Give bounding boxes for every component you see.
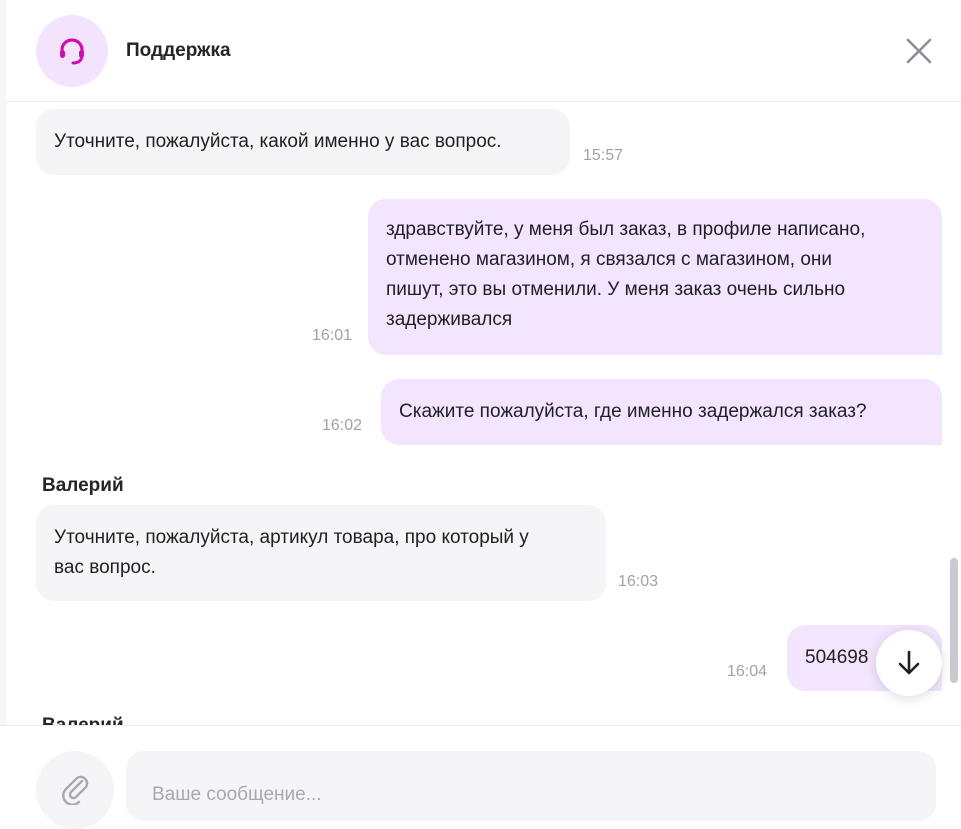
message-input[interactable] (150, 779, 914, 811)
sender-name: Валерий (42, 715, 124, 725)
message-text-line: отменено магазином, я связался с магазин… (386, 249, 832, 270)
message-time: 15:57 (583, 147, 624, 164)
arrow-down-icon (898, 650, 920, 675)
composer (0, 725, 961, 829)
message-text: Уточните, пожалуйста, какой именно у вас… (54, 131, 502, 152)
message-list[interactable]: Уточните, пожалуйста, какой именно у вас… (0, 103, 961, 725)
message-time: 16:04 (727, 663, 768, 680)
message-time: 16:02 (322, 417, 363, 434)
message-time: 16:01 (312, 327, 353, 344)
sender-name: Валерий (42, 475, 124, 496)
scrollbar-thumb[interactable] (950, 558, 958, 683)
close-button[interactable] (902, 34, 936, 68)
attach-button[interactable] (36, 751, 114, 829)
headset-icon (60, 38, 84, 65)
message-time: 16:03 (618, 573, 659, 590)
message-text-line: здравствуйте, у меня был заказ, в профил… (386, 219, 866, 240)
message-text-line: пишут, это вы отменили. У меня заказ оче… (386, 279, 846, 300)
message-text-line: вас вопрос. (54, 557, 156, 578)
message-text: Скажите пожалуйста, где именно задержалс… (399, 401, 867, 422)
message-bubble-outgoing: Скажите пожалуйста, где именно задержалс… (381, 379, 942, 445)
close-icon (906, 38, 932, 64)
message-bubble-incoming: Уточните, пожалуйста, какой именно у вас… (36, 109, 570, 175)
chat-header: Поддержка (0, 0, 961, 102)
scroll-to-bottom-button[interactable] (876, 630, 942, 696)
message-text-line: задерживался (386, 309, 513, 330)
message-text: 504698 (805, 647, 869, 668)
message-bubble-outgoing: здравствуйте, у меня был заказ, в профил… (368, 199, 942, 355)
support-avatar (36, 15, 108, 87)
message-text-line: Уточните, пожалуйста, артикул товара, пр… (54, 527, 529, 548)
paperclip-icon (62, 775, 89, 805)
message-bubble-incoming: Уточните, пожалуйста, артикул товара, пр… (36, 505, 606, 601)
chat-title: Поддержка (126, 40, 231, 61)
message-input-wrapper (126, 751, 936, 821)
